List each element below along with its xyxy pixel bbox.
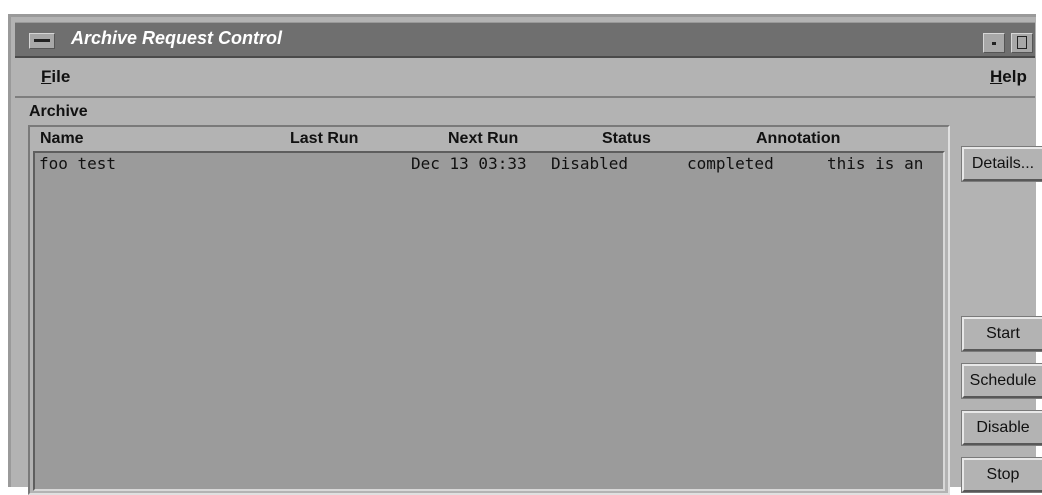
disable-button[interactable]: Disable [961, 410, 1042, 446]
archive-list-panel: Name Last Run Next Run Status Annotation… [28, 125, 950, 495]
start-button[interactable]: Start [961, 316, 1042, 352]
column-header-status[interactable]: Status [602, 130, 651, 150]
cell-state: completed [687, 154, 774, 173]
archive-section-label: Archive [29, 103, 88, 120]
minimize-icon[interactable] [983, 33, 1005, 53]
schedule-button[interactable]: Schedule [961, 363, 1042, 399]
cell-annotation: this is an [827, 154, 924, 173]
archive-request-window: Archive Request Control File Help Archiv… [8, 14, 1042, 495]
menu-help-label: elp [1002, 67, 1027, 86]
menu-help-mnemonic: H [990, 67, 1003, 86]
details-button[interactable]: Details... [961, 146, 1042, 182]
maximize-icon[interactable] [1011, 33, 1033, 53]
window-menu-icon[interactable] [29, 33, 55, 49]
cell-name: foo test [39, 154, 117, 173]
menu-file-label: ile [51, 67, 71, 86]
column-header-annotation[interactable]: Annotation [756, 130, 840, 150]
menu-file-mnemonic: F [41, 67, 52, 86]
cell-next-run: Dec 13 03:33 [411, 154, 527, 173]
column-header-next-run[interactable]: Next Run [448, 130, 518, 150]
table-row[interactable]: foo test Dec 13 03:33 Disabled completed… [35, 153, 943, 175]
window-title: Archive Request Control [71, 28, 283, 48]
column-header-last-run[interactable]: Last Run [290, 130, 358, 150]
menu-bar: File Help [15, 60, 1035, 98]
menu-file[interactable]: File [41, 67, 70, 87]
screen-top [0, 0, 1042, 14]
cell-status: Disabled [551, 154, 629, 173]
archive-list[interactable]: foo test Dec 13 03:33 Disabled completed… [33, 151, 945, 491]
title-bar[interactable]: Archive Request Control [15, 22, 1035, 58]
column-header-name[interactable]: Name [40, 130, 84, 150]
menu-help[interactable]: Help [990, 67, 1027, 87]
